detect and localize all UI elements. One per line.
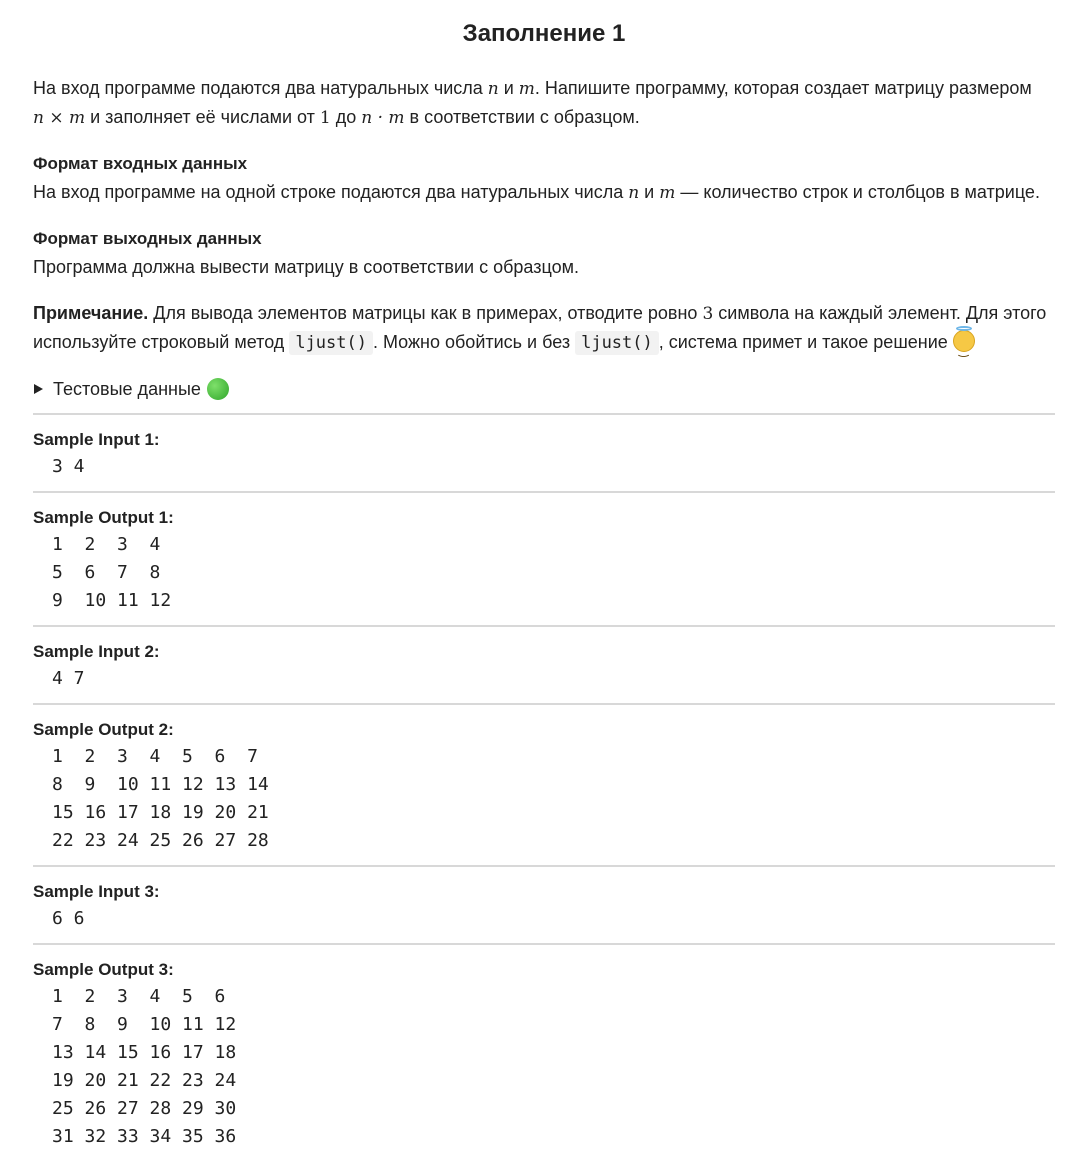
sample-block: Sample Output 1: 1 2 3 4 5 6 7 8 9 10 11 … <box>33 505 1055 615</box>
test-data-label[interactable]: Тестовые данные <box>53 375 201 403</box>
sample-label: Sample Input 3: <box>33 882 160 901</box>
samples-list: Sample Input 1: 3 4 Sample Output 1: 1 2 3 … <box>33 413 1055 1151</box>
sample-block: Sample Input 1: 3 4 <box>33 427 1055 481</box>
sample-label: Sample Output 2: <box>33 720 174 739</box>
sample-body: 1 2 3 4 5 6 7 8 9 10 11 12 13 14 15 16 1… <box>52 746 269 851</box>
section-divider <box>33 625 1055 627</box>
output-format-text: Программа должна вывести матрицу в соотв… <box>33 257 579 277</box>
sample-label: Sample Input 1: <box>33 430 160 449</box>
sample-body: 6 6 <box>52 908 85 929</box>
sample-label: Sample Output 1: <box>33 508 174 527</box>
problem-page: Заполнение 1 На вход программе подаются … <box>0 0 1092 1172</box>
section-divider <box>33 943 1055 945</box>
green-circle-icon <box>206 378 229 400</box>
ljust-code-2: ljust() <box>575 331 659 355</box>
sample-block: Sample Input 2: 4 7 <box>33 639 1055 693</box>
input-format-text: На вход программе на одной строке подают… <box>33 182 1040 203</box>
ljust-code: ljust() <box>289 331 373 355</box>
section-divider <box>33 491 1055 493</box>
sample-block: Sample Output 2: 1 2 3 4 5 6 7 8 9 10 11 … <box>33 717 1055 855</box>
smiling-face-with-halo-icon <box>952 326 975 364</box>
section-divider <box>33 413 1055 415</box>
sample-block: Sample Input 3: 6 6 <box>33 879 1055 933</box>
output-format-heading: Формат выходных данных <box>33 229 262 248</box>
sample-body: 1 2 3 4 5 6 7 8 9 10 11 12 <box>52 534 172 611</box>
input-format-heading: Формат входных данных <box>33 154 248 173</box>
sample-block: Sample Output 3: 1 2 3 4 5 6 7 8 9 10 11 … <box>33 957 1055 1151</box>
sample-label: Sample Output 3: <box>33 960 174 979</box>
sample-body: 4 7 <box>52 668 85 689</box>
problem-statement: На вход программе подаются два натуральн… <box>33 78 1032 128</box>
sample-label: Sample Input 2: <box>33 642 160 661</box>
section-divider <box>33 703 1055 705</box>
section-divider <box>33 865 1055 867</box>
test-data-toggle[interactable]: Тестовые данные <box>33 375 1055 403</box>
sample-body: 3 4 <box>52 456 85 477</box>
note-paragraph: Примечание. Для вывода элементов матрицы… <box>33 299 1055 364</box>
page-title: Заполнение 1 <box>462 20 626 47</box>
sample-body: 1 2 3 4 5 6 7 8 9 10 11 12 13 14 15 16 1… <box>52 986 237 1147</box>
disclosure-triangle-icon[interactable] <box>34 384 43 394</box>
note-label: Примечание. <box>33 303 149 323</box>
